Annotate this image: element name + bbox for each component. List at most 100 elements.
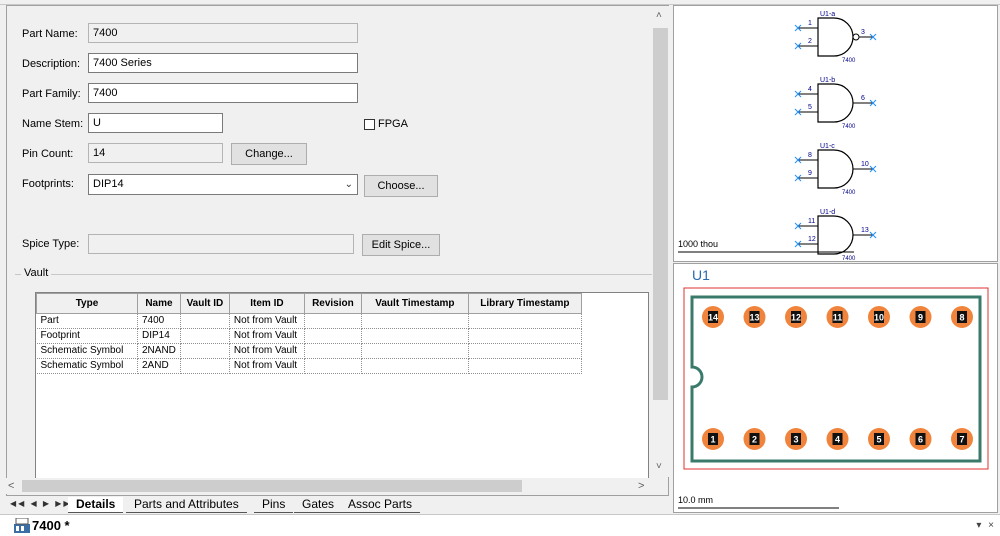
cell-type: Schematic Symbol <box>36 343 138 359</box>
footprint-pad: 10 <box>868 306 890 328</box>
spice-type-field[interactable] <box>88 234 354 254</box>
vault-group-label: Vault <box>21 267 52 279</box>
fpga-label: FPGA <box>378 118 408 130</box>
table-row[interactable]: Footprint DIP14 Not from Vault <box>36 328 582 344</box>
close-icon[interactable]: × <box>988 520 994 531</box>
cell-library-timestamp <box>468 358 582 374</box>
column-header-name[interactable]: Name <box>137 293 181 314</box>
pin-number: 4 <box>808 86 812 93</box>
pin-number: 12 <box>808 236 816 243</box>
column-header-vault-timestamp[interactable]: Vault Timestamp <box>360 293 469 314</box>
footprint-pad: 2 <box>743 428 766 450</box>
cell-vault-id <box>180 328 230 344</box>
column-header-revision[interactable]: Revision <box>303 293 362 314</box>
vertical-scroll-thumb[interactable] <box>653 28 668 400</box>
tab-details[interactable]: Details <box>68 497 124 513</box>
pin-number: 2 <box>808 38 812 45</box>
choose-button[interactable]: Choose... <box>364 175 438 197</box>
table-row[interactable]: Schematic Symbol 2NAND Not from Vault <box>36 343 582 359</box>
part-name-field[interactable]: 7400 <box>88 23 358 43</box>
table-row[interactable]: Part 7400 Not from Vault <box>36 313 582 329</box>
pad-number: 11 <box>833 313 843 323</box>
schematic-scale-label: 1000 thou <box>678 239 719 249</box>
pin-number: 3 <box>861 29 865 36</box>
document-tab-title[interactable]: 7400 * <box>32 518 70 533</box>
fpga-checkbox[interactable] <box>364 119 375 130</box>
pin-number: 1 <box>808 20 812 27</box>
cell-item-id: Not from Vault <box>229 313 305 329</box>
footprint-pad: 5 <box>868 428 890 450</box>
schematic-preview-panel: U1-a 1 2 3 7400 U1-b 4 5 6 7400 U1-c 8 9 10 7400 U1-d 11… <box>673 5 998 262</box>
gate-body <box>817 215 854 255</box>
pad-number: 10 <box>874 313 884 323</box>
gate-symbol: U1-a 1 2 3 7400 <box>794 11 877 64</box>
cell-library-timestamp <box>468 328 582 344</box>
gate-body <box>817 83 854 123</box>
column-header-item-id[interactable]: Item ID <box>228 293 305 314</box>
pin-number: 5 <box>808 104 812 111</box>
cell-vault-id <box>180 358 230 374</box>
pin-number: 9 <box>808 170 812 177</box>
gate-part-label: 7400 <box>842 58 856 64</box>
table-row[interactable]: Schematic Symbol 2AND Not from Vault <box>36 358 582 374</box>
column-header-library-timestamp[interactable]: Library Timestamp <box>467 293 582 314</box>
footprints-select[interactable]: DIP14 ⌄ <box>88 174 358 195</box>
pad-number: 6 <box>918 435 923 445</box>
tab-parts-and-attributes[interactable]: Parts and Attributes <box>126 497 247 513</box>
cell-revision <box>304 358 362 374</box>
edit-spice-button[interactable]: Edit Spice... <box>362 234 440 256</box>
column-header-vault-id[interactable]: Vault ID <box>179 293 230 314</box>
gate-symbol: U1-b 4 5 6 7400 <box>794 77 877 130</box>
horizontal-scrollbar[interactable]: < > <box>6 478 652 494</box>
footprint-pad: 7 <box>951 428 973 450</box>
pin-number: 13 <box>861 227 869 234</box>
pad-number: 1 <box>710 435 715 445</box>
vertical-scrollbar[interactable]: ˄ ˅ <box>652 6 669 477</box>
gate-symbol: U1-d 11 12 13 7400 <box>794 209 877 262</box>
gate-symbol: U1-c 8 9 10 7400 <box>794 143 877 196</box>
gate-ref-label: U1-d <box>820 209 835 216</box>
cell-revision <box>304 328 362 344</box>
gate-part-label: 7400 <box>842 124 856 130</box>
cell-type: Footprint <box>36 328 138 344</box>
pad-number: 4 <box>835 435 840 445</box>
cell-item-id: Not from Vault <box>229 343 305 359</box>
scroll-down-icon[interactable]: ˅ <box>656 461 662 472</box>
column-header-type[interactable]: Type <box>36 293 138 314</box>
change-button[interactable]: Change... <box>231 143 307 165</box>
scroll-left-icon[interactable]: < <box>8 480 14 492</box>
horizontal-scroll-thumb[interactable] <box>22 480 522 492</box>
schematic-preview-canvas: U1-a1237400U1-b4567400U1-c89107400U1-d11… <box>678 11 877 262</box>
tab-pins[interactable]: Pins <box>254 497 294 513</box>
footprints-select-value: DIP14 <box>93 178 124 190</box>
description-label: Description: <box>22 58 81 70</box>
window-controls: ▾ × <box>976 520 994 531</box>
cell-name: 2NAND <box>137 343 181 359</box>
gate-body <box>817 17 854 57</box>
cell-revision <box>304 343 362 359</box>
description-field[interactable]: 7400 Series <box>88 53 358 73</box>
cell-revision <box>304 313 362 329</box>
pin-number: 11 <box>808 218 815 225</box>
part-name-label: Part Name: <box>22 28 78 40</box>
pin-count-field[interactable]: 14 <box>88 143 223 163</box>
chevron-down-icon[interactable]: ⌄ <box>345 176 353 193</box>
pin-icon[interactable]: ▾ <box>976 520 981 531</box>
vault-header-row: Type Name Vault ID Item ID Revision Vaul… <box>36 293 582 314</box>
tab-navigation-icons[interactable]: ◀◀ ◀ ▶ ▶▶ <box>10 499 72 508</box>
inverter-bubble <box>852 33 860 41</box>
part-family-field[interactable]: 7400 <box>88 83 358 103</box>
tab-gates[interactable]: Gates <box>294 497 343 513</box>
pin-number: 8 <box>808 152 812 159</box>
document-tab-bar: 7400 * ▾ × <box>0 514 1000 536</box>
scroll-up-icon[interactable]: ˄ <box>656 10 662 21</box>
cell-type: Part <box>36 313 138 329</box>
cell-item-id: Not from Vault <box>229 328 305 344</box>
footprint-pad: 13 <box>743 306 766 328</box>
footprint-ref-label: U1 <box>692 267 710 283</box>
pin-number: 10 <box>861 161 869 168</box>
tab-assoc-parts[interactable]: Assoc Parts <box>340 497 421 513</box>
name-stem-field[interactable]: U <box>88 113 223 133</box>
scroll-right-icon[interactable]: > <box>638 480 644 492</box>
name-stem-label: Name Stem: <box>22 118 84 130</box>
